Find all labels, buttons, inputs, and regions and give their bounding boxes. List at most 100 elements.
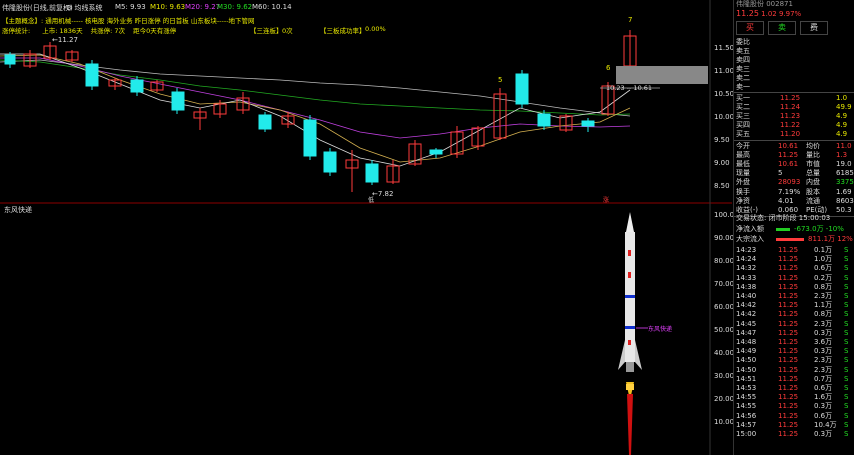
tick-time: 14:47 [736, 328, 757, 337]
sell-level-4[interactable]: 卖四 [736, 56, 750, 65]
tick-side: S [844, 411, 849, 420]
tick-side: S [844, 328, 849, 337]
tick-volume: 0.2万 [814, 273, 833, 282]
stat-value: 4.01 [778, 197, 794, 205]
tick-row: 15:00 11.25 0.3万 S [736, 430, 848, 439]
tick-side: S [844, 301, 849, 310]
tick-price: 11.25 [778, 338, 799, 346]
tick-side: S [844, 292, 849, 300]
count-7: 7 [628, 16, 633, 24]
high-value: 11.27 [57, 36, 78, 44]
flow-in-label: 净流入额 [736, 225, 764, 233]
lower-panel-title: 东风快递 [4, 206, 32, 214]
buy-label: 买二 [736, 103, 750, 111]
buy-level-4[interactable]: 买四 11.22 4.9 [736, 121, 847, 130]
stat-value: 10.61 [778, 160, 799, 168]
tick-row: 14:24 11.25 1.0万 S [736, 255, 848, 264]
lower-tick: 60.00 [714, 303, 735, 311]
quote-price-line: 11.25 1.02 9.97% [736, 9, 801, 18]
tick-price: 11.25 [778, 273, 799, 282]
tick-time: 14:40 [736, 292, 757, 300]
buy-button[interactable]: 买 [736, 21, 764, 35]
rocket-graphic [618, 212, 648, 455]
stat-label: 总量 [806, 169, 820, 177]
other-button[interactable]: 费 [800, 21, 828, 35]
tick-price: 11.25 [778, 384, 799, 392]
stat-value: 50.3 [836, 206, 852, 214]
tick-side: S [844, 246, 849, 254]
sell-level-3[interactable]: 卖三 [736, 65, 750, 74]
tick-volume: 3.6万 [814, 338, 833, 346]
prediction-box [616, 66, 708, 84]
sell-button[interactable]: 卖 [768, 21, 796, 35]
tick-side: S [844, 356, 849, 365]
kline-chart[interactable]: 伟隆股份(日线,前复权) ⚙ 均线系统 M5: 9.93 M10: 9.63 M… [0, 0, 739, 455]
lower-tick: 90.00 [714, 234, 735, 242]
buy-level-1[interactable]: 买一 11.25 1.0 [736, 94, 847, 103]
tick-price: 11.25 [778, 374, 799, 383]
tick-volume: 0.8万 [814, 310, 833, 319]
tick-volume: 0.7万 [814, 374, 833, 383]
buy-level-5[interactable]: 买五 11.20 4.9 [736, 130, 847, 139]
quote-panel: 伟隆股份 002871 11.25 1.02 9.97% 买 卖 费 委比 卖五… [733, 0, 854, 455]
big-in-bar [776, 238, 804, 241]
tick-side: S [844, 374, 849, 383]
tick-row: 14:47 11.25 0.3万 S [736, 328, 848, 338]
tick-side: S [844, 282, 849, 291]
tick-side: S [844, 384, 849, 392]
tick-time: 14:48 [736, 338, 757, 346]
sell-level-1[interactable]: 卖一 [736, 83, 750, 92]
tick-row: 14:42 11.25 0.8万 S [736, 310, 848, 319]
tick-volume: 2.3万 [814, 365, 833, 374]
buy-vol: 4.9 [836, 130, 848, 138]
tick-volume: 0.3万 [814, 402, 833, 411]
sell-level-5[interactable]: 卖五 [736, 47, 750, 56]
tick-row: 14:56 11.25 0.6万 S [736, 412, 848, 421]
tick-volume: 0.1万 [814, 246, 833, 254]
stat-row: 今开 10.61 均价 11.0 [736, 142, 852, 151]
tick-row: 14:40 11.25 2.3万 S [736, 292, 848, 301]
count-5: 5 [498, 76, 503, 84]
big-in-label: 大宗流入 [736, 235, 764, 243]
stat-value: 5 [778, 169, 783, 177]
tick-side: S [844, 402, 849, 411]
stat-row: 最高 11.25 量比 1.3 [736, 151, 847, 160]
stat-value: 28093 [778, 178, 801, 186]
tick-time: 14:38 [736, 282, 757, 291]
tick-price: 11.25 [778, 347, 799, 356]
buy-level-2[interactable]: 买二 11.24 49.9 [736, 103, 852, 112]
tick-row: 14:55 11.25 1.6万 S [736, 393, 848, 402]
price-tick: 8.50 [714, 182, 730, 190]
tick-price: 11.25 [778, 255, 799, 264]
tick-price: 11.25 [778, 319, 799, 328]
tick-row: 14:50 11.25 2.3万 S [736, 366, 848, 375]
tick-volume: 1.0万 [814, 255, 833, 264]
tick-time: 14:49 [736, 347, 757, 356]
tick-price: 11.25 [778, 411, 799, 420]
limitup-mark: 涨 [603, 197, 610, 204]
stat-value: 11.25 [778, 151, 799, 159]
stat-label: 收益(-) [736, 206, 758, 214]
price-tick: 11.00 [714, 67, 735, 75]
buy-label: 买三 [736, 112, 750, 120]
tick-price: 11.25 [778, 420, 799, 429]
tick-side: S [844, 393, 849, 402]
tick-side: S [844, 430, 849, 438]
lower-tick: 50.00 [714, 326, 735, 334]
stat-value: 10.61 [778, 142, 799, 150]
tick-side: S [844, 347, 849, 356]
stat-label: 净资 [736, 197, 750, 205]
tick-row: 14:55 11.25 0.3万 S [736, 402, 848, 411]
tick-volume: 0.3万 [814, 347, 833, 356]
low-value: 7.82 [377, 190, 394, 198]
low-mark: 低 [368, 197, 375, 204]
tick-volume: 1.6万 [814, 393, 833, 402]
stat-value: 6185 [836, 169, 854, 177]
buy-level-3[interactable]: 买三 11.23 4.9 [736, 112, 847, 121]
buy-price: 11.20 [780, 130, 801, 138]
tick-price: 11.25 [778, 393, 799, 402]
tick-side: S [844, 319, 849, 328]
sell-level-2[interactable]: 卖二 [736, 74, 750, 83]
stat-label: 内盘 [806, 178, 820, 186]
price-tick: 10.50 [714, 90, 735, 98]
